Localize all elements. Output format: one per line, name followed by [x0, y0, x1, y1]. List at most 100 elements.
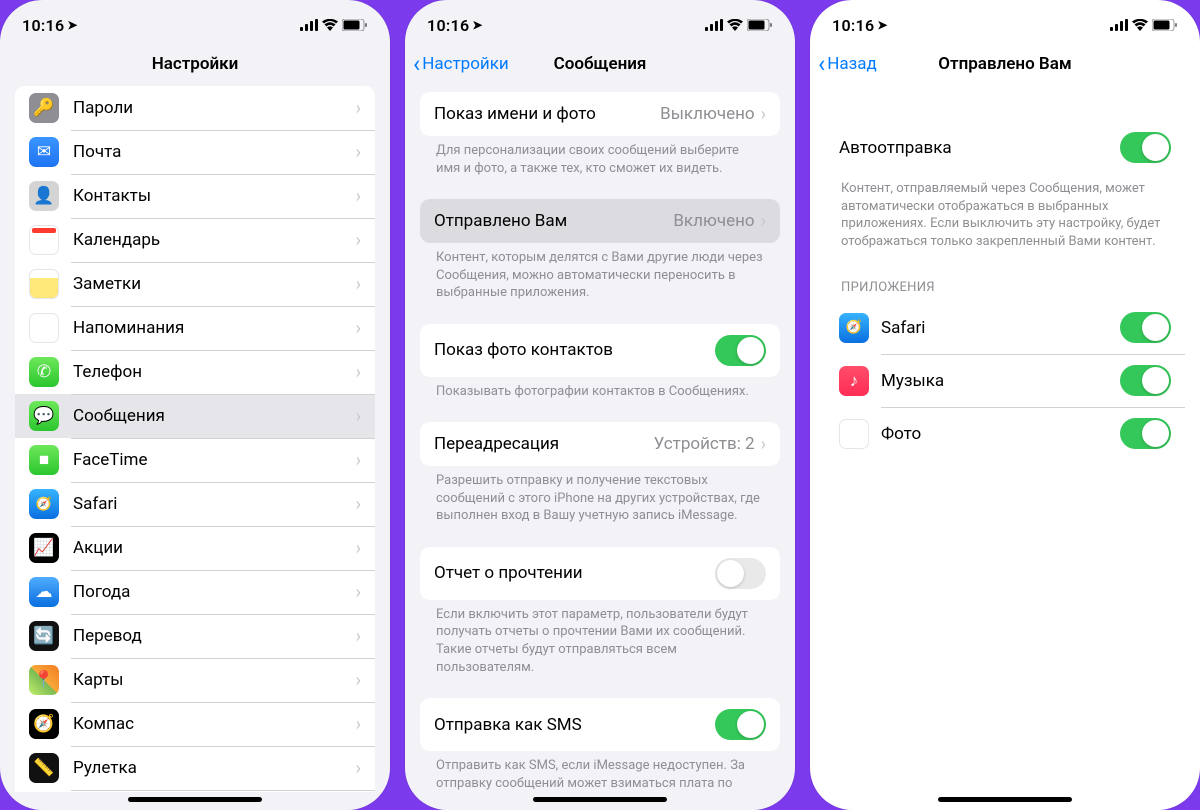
row-label: Телефон: [73, 362, 356, 382]
settings-row-notes[interactable]: Заметки ›: [15, 262, 375, 306]
weather-icon: ☁︎: [29, 577, 59, 607]
toggle[interactable]: [1120, 312, 1171, 343]
status-time: 10:16: [22, 16, 64, 35]
row-label: Пароли: [73, 98, 356, 118]
toggle[interactable]: [715, 558, 766, 589]
cell-send-as-sms[interactable]: Отправка как SMS: [420, 698, 780, 751]
chevron-right-icon: ›: [761, 434, 766, 455]
status-icons: [1110, 16, 1178, 35]
settings-row-translate[interactable]: 🔄 Перевод ›: [15, 614, 375, 658]
cell-auto-share[interactable]: Автоотправка: [825, 121, 1185, 174]
cell-label: Safari: [881, 318, 1120, 338]
row-label: Заметки: [73, 274, 356, 294]
toggle[interactable]: [715, 709, 766, 740]
cell-value: Включено: [673, 211, 754, 231]
safari-icon: 🧭: [29, 489, 59, 519]
cell-read-receipts[interactable]: Отчет о прочтении: [420, 547, 780, 600]
chevron-left-icon: ‹: [818, 52, 825, 76]
cell-shared-with-you[interactable]: Отправлено Вам Включено ›: [420, 199, 780, 243]
status-bar: 10:16➤: [405, 0, 795, 42]
location-icon: ➤: [472, 18, 482, 32]
row-label: Календарь: [73, 230, 356, 250]
chevron-right-icon: ›: [356, 714, 361, 735]
row-label: Компас: [73, 714, 356, 734]
toggle[interactable]: [1120, 418, 1171, 449]
chevron-right-icon: ›: [356, 98, 361, 119]
chevron-right-icon: ›: [356, 142, 361, 163]
section-header: ПРИЛОЖЕНИЯ: [825, 280, 1185, 301]
back-button[interactable]: ‹Назад: [818, 52, 877, 76]
contacts-icon: 👤: [29, 181, 59, 211]
cell-label: Автоотправка: [839, 138, 1120, 158]
cell-label: Фото: [881, 424, 1120, 444]
cell-label: Отчет о прочтении: [434, 563, 715, 583]
settings-row-maps[interactable]: 📍 Карты ›: [15, 658, 375, 702]
row-label: Сообщения: [73, 406, 356, 426]
screen-shared-with-you: 10:16➤ ‹Назад Отправлено Вам Автоотправк…: [810, 0, 1200, 810]
settings-row-shortcuts[interactable]: ⌘ Быстрые команды ›: [15, 790, 375, 792]
settings-row-facetime[interactable]: ■ FaceTime ›: [15, 438, 375, 482]
back-label: Настройки: [422, 54, 509, 74]
row-label: Перевод: [73, 626, 356, 646]
chevron-right-icon: ›: [356, 318, 361, 339]
maps-icon: 📍: [29, 665, 59, 695]
wifi-icon: [322, 16, 338, 35]
cell-name-photo[interactable]: Показ имени и фото Выключено ›: [420, 92, 780, 136]
section-footer: Для персонализации своих сообщений выбер…: [420, 136, 780, 177]
signal-icon: [1110, 16, 1128, 35]
home-indicator[interactable]: [533, 797, 667, 802]
signal-icon: [300, 16, 318, 35]
settings-row-compass[interactable]: 🧭 Компас ›: [15, 702, 375, 746]
cell-label: Отправка как SMS: [434, 715, 715, 735]
row-label: Напоминания: [73, 318, 356, 338]
app-row-safari[interactable]: 🧭 Safari: [825, 301, 1185, 354]
settings-row-messages[interactable]: 💬 Сообщения ›: [15, 394, 375, 438]
settings-row-safari[interactable]: 🧭 Safari ›: [15, 482, 375, 526]
stocks-icon: 📈: [29, 533, 59, 563]
chevron-right-icon: ›: [356, 362, 361, 383]
location-icon: ➤: [877, 18, 887, 32]
settings-row-calendar[interactable]: Календарь ›: [15, 218, 375, 262]
cell-label: Отправлено Вам: [434, 211, 673, 231]
status-bar: 10:16➤: [810, 0, 1200, 42]
toggle[interactable]: [715, 335, 766, 366]
back-button[interactable]: ‹Настройки: [413, 52, 509, 76]
home-indicator[interactable]: [128, 797, 262, 802]
back-label: Назад: [827, 54, 877, 74]
settings-row-stocks[interactable]: 📈 Акции ›: [15, 526, 375, 570]
screen-settings: 10:16➤ Настройки 🔑 Пароли ›✉︎ Почта ›👤 К…: [0, 0, 390, 810]
page-title: Настройки: [152, 54, 239, 74]
home-indicator[interactable]: [938, 797, 1072, 802]
battery-icon: [342, 16, 368, 35]
photos-icon: ✿: [839, 419, 869, 449]
cell-forwarding[interactable]: Переадресация Устройств: 2 ›: [420, 422, 780, 466]
toggle[interactable]: [1120, 132, 1171, 163]
reminders-icon: ⋮: [29, 313, 59, 343]
app-row-photos[interactable]: ✿ Фото: [825, 407, 1185, 460]
chevron-right-icon: ›: [356, 626, 361, 647]
settings-row-passwords[interactable]: 🔑 Пароли ›: [15, 86, 375, 130]
status-bar: 10:16➤: [0, 0, 390, 42]
row-label: Рулетка: [73, 758, 356, 778]
settings-row-measure[interactable]: 📏 Рулетка ›: [15, 746, 375, 790]
status-time: 10:16: [832, 16, 874, 35]
settings-row-weather[interactable]: ☁︎ Погода ›: [15, 570, 375, 614]
chevron-right-icon: ›: [356, 186, 361, 207]
passwords-icon: 🔑: [29, 93, 59, 123]
toggle[interactable]: [1120, 365, 1171, 396]
cell-contact-photos[interactable]: Показ фото контактов: [420, 324, 780, 377]
row-label: FaceTime: [73, 450, 356, 470]
settings-row-phone[interactable]: ✆ Телефон ›: [15, 350, 375, 394]
settings-row-contacts[interactable]: 👤 Контакты ›: [15, 174, 375, 218]
settings-row-reminders[interactable]: ⋮ Напоминания ›: [15, 306, 375, 350]
cell-label: Показ фото контактов: [434, 340, 715, 360]
wifi-icon: [727, 16, 743, 35]
calendar-icon: [29, 225, 59, 255]
chevron-right-icon: ›: [356, 450, 361, 471]
mail-icon: ✉︎: [29, 137, 59, 167]
settings-row-mail[interactable]: ✉︎ Почта ›: [15, 130, 375, 174]
chevron-right-icon: ›: [356, 582, 361, 603]
app-row-music[interactable]: ♪ Музыка: [825, 354, 1185, 407]
nav-bar: Настройки: [0, 42, 390, 86]
page-title: Сообщения: [554, 54, 647, 74]
